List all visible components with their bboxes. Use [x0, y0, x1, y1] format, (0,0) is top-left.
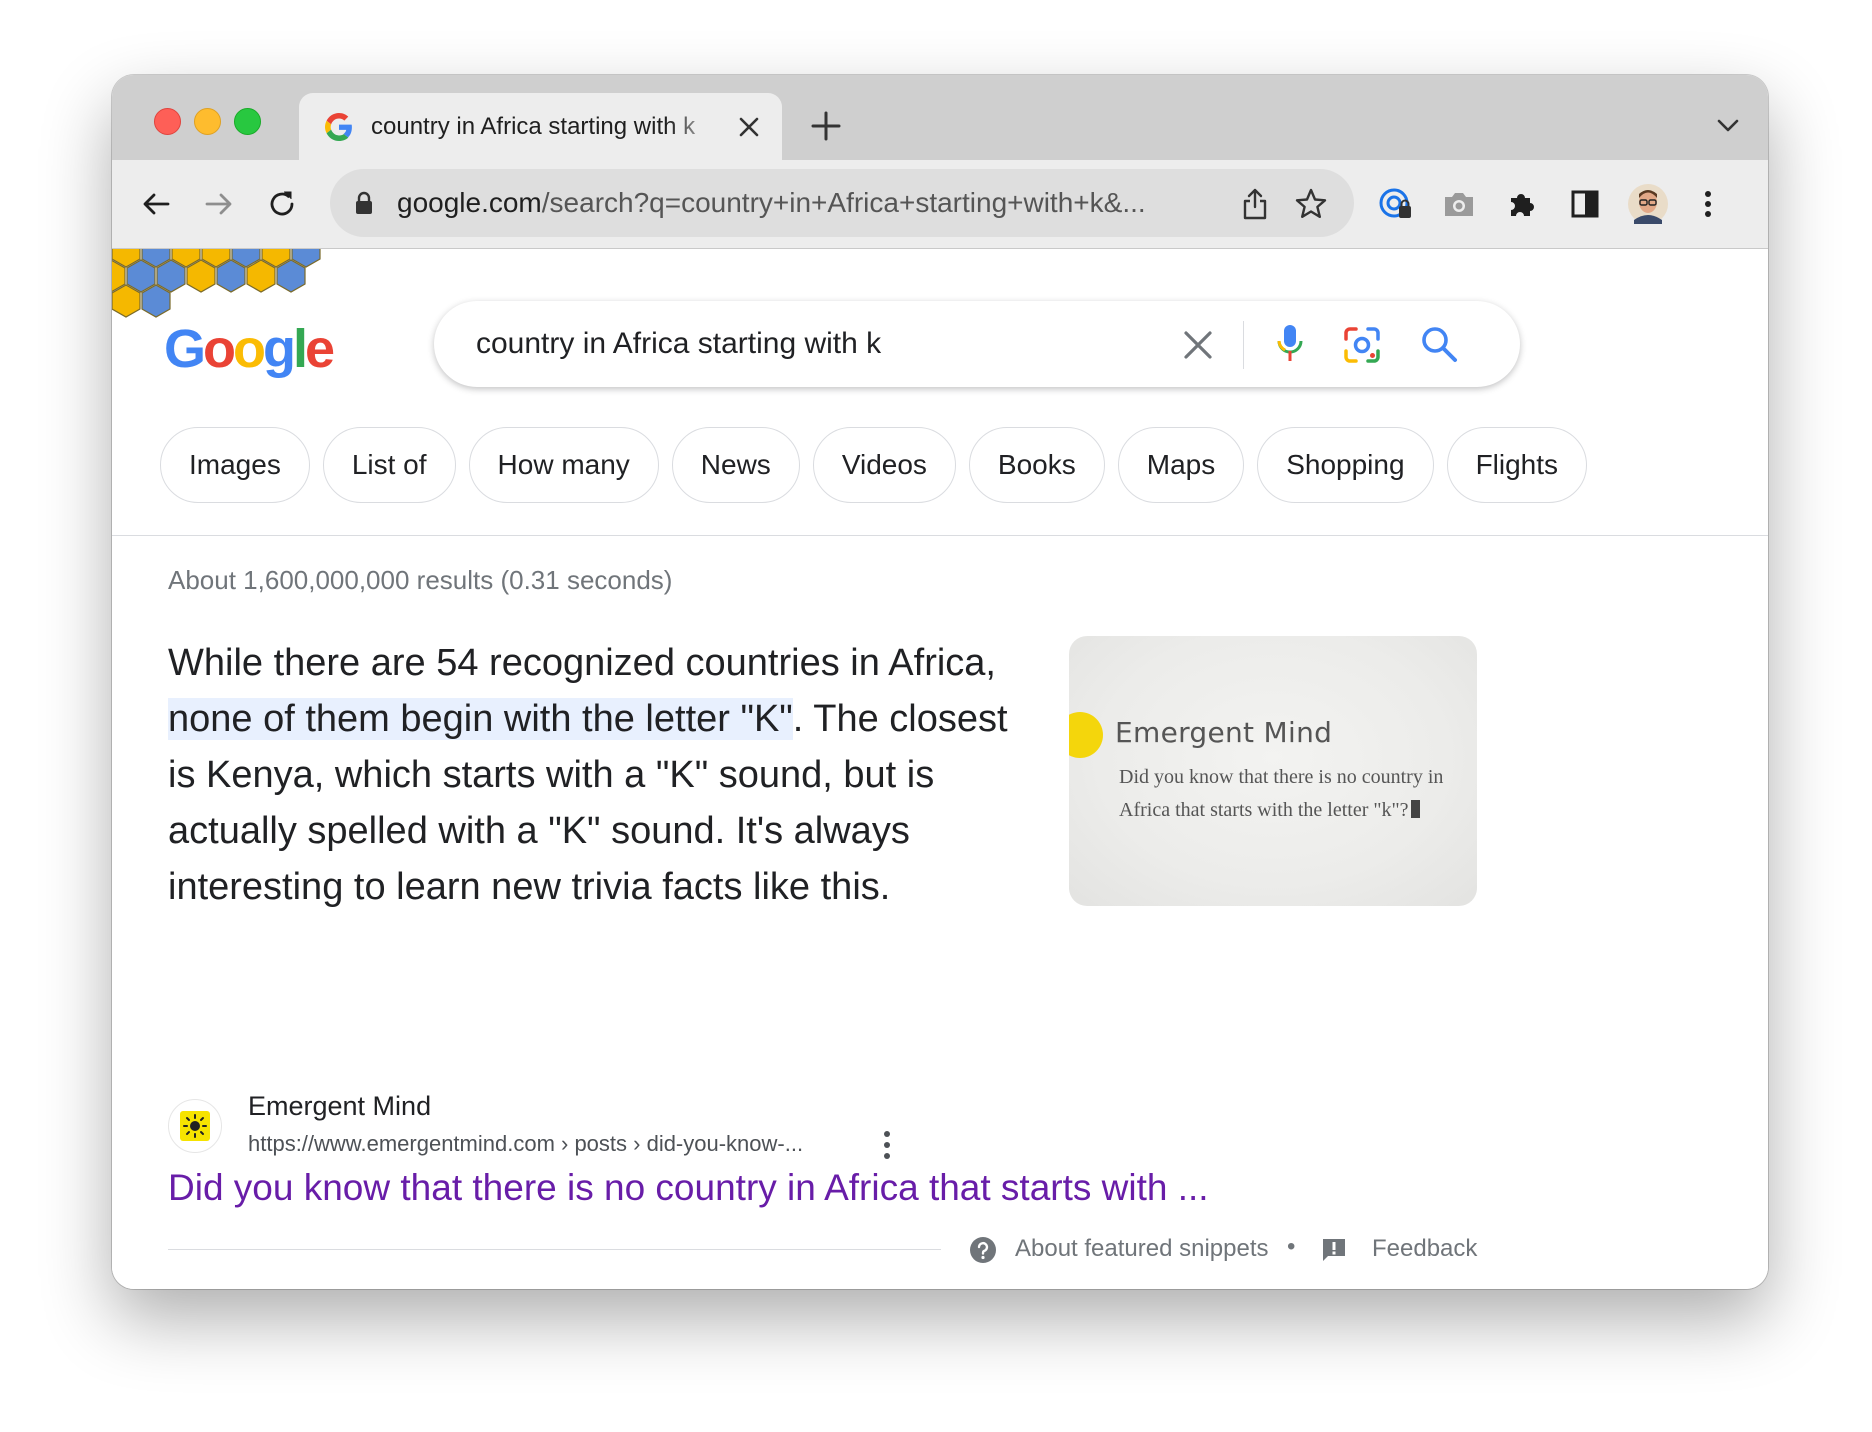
- source-favicon[interactable]: [168, 1099, 222, 1153]
- search-box[interactable]: country in Africa starting with k: [434, 301, 1520, 387]
- footer-separator: •: [1287, 1233, 1296, 1260]
- search-results-page: Google country in Africa starting with k: [112, 249, 1768, 1289]
- snippet-thumbnail[interactable]: Emergent Mind Did you know that there is…: [1069, 636, 1477, 906]
- close-tab-icon[interactable]: [737, 115, 761, 139]
- lightbulb-icon: [180, 1111, 210, 1141]
- chip-images[interactable]: Images: [160, 427, 310, 503]
- search-input[interactable]: country in Africa starting with k: [476, 323, 881, 365]
- chip-maps[interactable]: Maps: [1117, 427, 1245, 503]
- side-panel-icon[interactable]: [1565, 184, 1605, 224]
- chip-books[interactable]: Books: [968, 427, 1105, 503]
- snippet-text-before: While there are 54 recognized countries …: [168, 642, 996, 684]
- google-doodle-logo[interactable]: Google: [112, 249, 342, 389]
- footer-divider: [168, 1249, 941, 1250]
- url-path: /search?q=country+in+Africa+starting+wit…: [541, 187, 1146, 218]
- menu-dots-icon[interactable]: [1688, 184, 1728, 224]
- search-icon[interactable]: [1420, 325, 1458, 363]
- results-stats: About 1,600,000,000 results (0.31 second…: [168, 565, 673, 595]
- chip-how-many[interactable]: How many: [468, 427, 659, 503]
- title-bar: country in Africa starting with k: [112, 75, 1768, 160]
- back-icon[interactable]: [136, 184, 176, 224]
- lightbulb-icon: [1069, 712, 1103, 758]
- active-tab[interactable]: country in Africa starting with k: [299, 93, 782, 160]
- reload-icon[interactable]: [262, 184, 302, 224]
- more-options-icon[interactable]: [882, 1129, 892, 1161]
- url-text[interactable]: google.com/search?q=country+in+Africa+st…: [397, 185, 1223, 221]
- feedback-link[interactable]: Feedback: [1372, 1235, 1477, 1263]
- chip-flights[interactable]: Flights: [1446, 427, 1588, 503]
- browser-toolbar: google.com/search?q=country+in+Africa+st…: [112, 160, 1768, 249]
- header-divider: [112, 535, 1768, 536]
- zoom-window-button[interactable]: [234, 108, 261, 135]
- close-window-button[interactable]: [154, 108, 181, 135]
- minimize-window-button[interactable]: [194, 108, 221, 135]
- chip-news[interactable]: News: [671, 427, 800, 503]
- clear-icon[interactable]: [1182, 329, 1214, 361]
- extensions-icon[interactable]: [1502, 184, 1542, 224]
- url-host: google.com: [397, 187, 542, 218]
- filter-chips: Images List of How many News Videos Book…: [160, 427, 1588, 507]
- lock-icon[interactable]: [354, 191, 374, 215]
- share-icon[interactable]: [1240, 187, 1270, 221]
- result-title-link[interactable]: Did you know that there is no country in…: [168, 1167, 1209, 1209]
- chip-shopping[interactable]: Shopping: [1257, 427, 1434, 503]
- chip-list-of[interactable]: List of: [322, 427, 456, 503]
- snippet-highlight: none of them begin with the letter "K": [168, 698, 793, 740]
- cursor-block: [1410, 800, 1420, 818]
- address-bar[interactable]: google.com/search?q=country+in+Africa+st…: [330, 169, 1354, 237]
- forward-icon[interactable]: [199, 184, 239, 224]
- thumbnail-line-2: Africa that starts with the letter "k"?: [1119, 799, 1420, 822]
- star-icon[interactable]: [1294, 187, 1328, 221]
- browser-window: country in Africa starting with k google…: [112, 75, 1768, 1289]
- chevron-down-icon[interactable]: [1715, 115, 1741, 137]
- featured-snippet-text: While there are 54 recognized countries …: [168, 635, 1018, 915]
- about-featured-snippets-link[interactable]: About featured snippets: [1015, 1235, 1269, 1263]
- lens-icon[interactable]: [1342, 325, 1382, 365]
- profile-avatar[interactable]: [1628, 184, 1668, 224]
- chip-videos[interactable]: Videos: [812, 427, 956, 503]
- search-divider: [1243, 321, 1244, 369]
- mic-icon[interactable]: [1274, 323, 1306, 365]
- thumbnail-title: Emergent Mind: [1115, 716, 1333, 749]
- tab-title: country in Africa starting with k: [371, 113, 696, 140]
- google-g-icon: [325, 113, 352, 141]
- camera-icon[interactable]: [1439, 184, 1479, 224]
- thumbnail-line-1: Did you know that there is no country in: [1119, 766, 1444, 788]
- svg-text:Google: Google: [164, 319, 334, 379]
- source-url[interactable]: https://www.emergentmind.com › posts › d…: [248, 1131, 803, 1157]
- feedback-icon[interactable]: [1320, 1237, 1348, 1263]
- help-icon[interactable]: [969, 1236, 997, 1264]
- new-tab-icon[interactable]: [809, 109, 843, 143]
- source-site-name[interactable]: Emergent Mind: [248, 1091, 431, 1122]
- password-manager-icon[interactable]: [1376, 184, 1416, 224]
- thumbnail-line-2-text: Africa that starts with the letter "k"?: [1119, 799, 1409, 821]
